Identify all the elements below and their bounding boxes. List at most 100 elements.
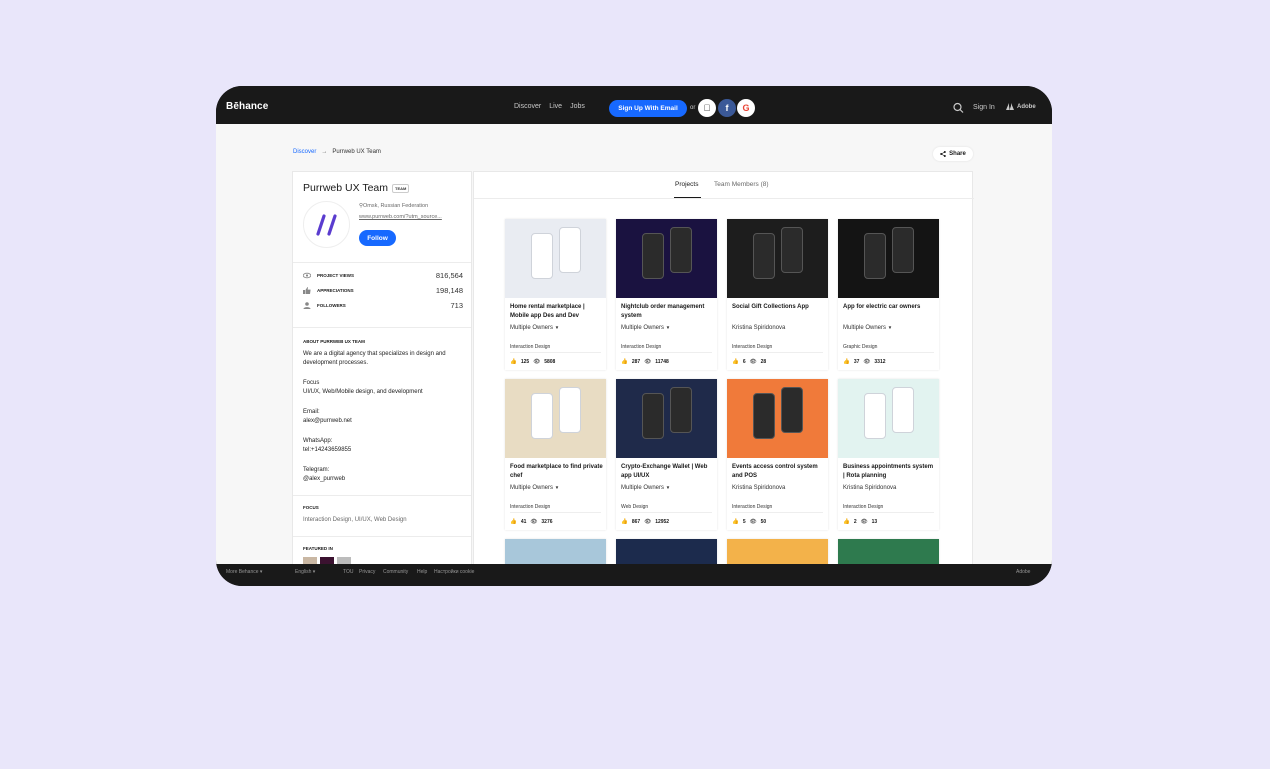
project-stats: 👍 5 👁 50 bbox=[732, 519, 766, 525]
project-owner[interactable]: Multiple Owners ▼ bbox=[510, 325, 559, 331]
project-title[interactable]: Social Gift Collections App bbox=[732, 303, 825, 312]
location: ⚲Omsk, Russian Federation bbox=[359, 203, 428, 209]
apple-signin-icon[interactable]:  bbox=[698, 99, 716, 117]
tab-projects[interactable]: Projects bbox=[675, 181, 698, 188]
caret-down-icon: ▼ bbox=[887, 325, 893, 330]
breadcrumb-discover[interactable]: Discover bbox=[293, 149, 316, 155]
project-title[interactable]: Crypto-Exchange Wallet | Web app UI/UX bbox=[621, 463, 714, 480]
caret-down-icon: ▼ bbox=[554, 325, 560, 330]
featured-thumb[interactable] bbox=[337, 557, 351, 564]
nav-jobs[interactable]: Jobs bbox=[570, 103, 585, 110]
project-thumbnail[interactable] bbox=[838, 219, 939, 298]
mockup-phone bbox=[531, 233, 553, 279]
project-category[interactable]: Interaction Design bbox=[510, 504, 550, 510]
telegram-value[interactable]: @alex_purrweb bbox=[303, 475, 463, 484]
project-owner[interactable]: Multiple Owners ▼ bbox=[621, 485, 670, 491]
project-category[interactable]: Graphic Design bbox=[843, 344, 877, 350]
thumbs-up-icon: 👍 bbox=[843, 359, 850, 365]
project-title[interactable]: Food marketplace to find private chef bbox=[510, 463, 603, 480]
project-thumbnail[interactable] bbox=[505, 539, 606, 564]
project-title[interactable]: Nightclub order management system bbox=[621, 303, 714, 320]
project-category[interactable]: Interaction Design bbox=[732, 344, 772, 350]
project-title[interactable]: Events access control system and POS bbox=[732, 463, 825, 480]
project-category[interactable]: Web Design bbox=[621, 504, 648, 510]
project-card-partial[interactable] bbox=[616, 539, 717, 564]
project-owner[interactable]: Kristina Spiridonova bbox=[843, 485, 896, 491]
follow-button[interactable]: Follow bbox=[359, 230, 396, 246]
project-category[interactable]: Interaction Design bbox=[621, 344, 661, 350]
website-link[interactable]: www.purrweb.com/?utm_source... bbox=[359, 214, 442, 220]
project-card-partial[interactable] bbox=[505, 539, 606, 564]
footer-link-community[interactable]: Community bbox=[383, 569, 408, 575]
project-thumbnail[interactable] bbox=[838, 539, 939, 564]
divider bbox=[293, 327, 471, 328]
focus-tags[interactable]: Interaction Design, UI/UX, Web Design bbox=[303, 517, 407, 523]
project-title[interactable]: Business appointments system | Rota plan… bbox=[843, 463, 936, 480]
project-thumbnail[interactable] bbox=[727, 219, 828, 298]
project-card[interactable]: Social Gift Collections App Kristina Spir… bbox=[727, 219, 828, 370]
whatsapp-value[interactable]: tel:+14243659855 bbox=[303, 446, 463, 455]
featured-thumb[interactable] bbox=[303, 557, 317, 564]
stat-value: 816,564 bbox=[435, 271, 463, 280]
project-thumbnail[interactable] bbox=[727, 379, 828, 458]
footer-link-cookie-settings[interactable]: Настройки cookie bbox=[434, 569, 474, 575]
project-views: 3312 bbox=[874, 359, 886, 365]
project-category[interactable]: Interaction Design bbox=[510, 344, 550, 350]
mockup-phone bbox=[670, 387, 692, 433]
nav-live[interactable]: Live bbox=[549, 103, 562, 110]
project-title[interactable]: Home rental marketplace | Mobile app Des… bbox=[510, 303, 603, 320]
project-card[interactable]: Home rental marketplace | Mobile app Des… bbox=[505, 219, 606, 370]
language-select[interactable]: English ▾ bbox=[295, 569, 315, 575]
tab-team-members[interactable]: Team Members (8) bbox=[714, 181, 769, 188]
project-title[interactable]: App for electric car owners bbox=[843, 303, 936, 312]
thumbs-up-icon: 👍 bbox=[732, 359, 739, 365]
whatsapp-label: WhatsApp: bbox=[303, 438, 333, 444]
owner-name: Multiple Owners bbox=[510, 485, 554, 491]
footer-link-help[interactable]: Help bbox=[417, 569, 427, 575]
project-card-partial[interactable] bbox=[838, 539, 939, 564]
project-card[interactable]: Crypto-Exchange Wallet | Web app UI/UX Mu… bbox=[616, 379, 717, 530]
project-likes: 867 bbox=[631, 519, 641, 525]
project-owner[interactable]: Multiple Owners ▼ bbox=[621, 325, 670, 331]
more-behance-menu[interactable]: More Behance ▾ bbox=[226, 569, 262, 575]
project-thumbnail[interactable] bbox=[616, 539, 717, 564]
project-thumbnail[interactable] bbox=[838, 379, 939, 458]
project-category[interactable]: Interaction Design bbox=[843, 504, 883, 510]
footer-adobe[interactable]: Adobe bbox=[1016, 569, 1030, 575]
signup-email-button[interactable]: Sign Up With Email bbox=[609, 100, 687, 117]
breadcrumb: Discover → Purrweb UX Team bbox=[293, 149, 381, 155]
nav-discover[interactable]: Discover bbox=[514, 103, 541, 110]
facebook-signin-icon[interactable]: f bbox=[718, 99, 736, 117]
project-card[interactable]: App for electric car owners Multiple Owne… bbox=[838, 219, 939, 370]
project-owner[interactable]: Kristina Spiridonova bbox=[732, 325, 785, 331]
google-signin-icon[interactable]: G bbox=[737, 99, 755, 117]
mockup-phone bbox=[892, 387, 914, 433]
sign-in-link[interactable]: Sign In bbox=[973, 104, 995, 111]
project-owner[interactable]: Multiple Owners ▼ bbox=[510, 485, 559, 491]
divider bbox=[621, 512, 712, 513]
featured-thumb[interactable] bbox=[320, 557, 334, 564]
project-thumbnail[interactable] bbox=[727, 539, 828, 564]
project-category[interactable]: Interaction Design bbox=[732, 504, 772, 510]
adobe-link[interactable]: Adobe bbox=[1006, 103, 1036, 110]
project-thumbnail[interactable] bbox=[505, 379, 606, 458]
share-button[interactable]: Share bbox=[933, 147, 973, 161]
footer-link-tou[interactable]: TOU bbox=[343, 569, 353, 575]
behance-logo[interactable]: Bēhance bbox=[226, 101, 268, 112]
project-thumbnail[interactable] bbox=[616, 219, 717, 298]
project-thumbnail[interactable] bbox=[616, 379, 717, 458]
project-card[interactable]: Food marketplace to find private chef Mul… bbox=[505, 379, 606, 530]
project-card[interactable]: Nightclub order management system Multipl… bbox=[616, 219, 717, 370]
project-thumbnail[interactable] bbox=[505, 219, 606, 298]
project-card[interactable]: Business appointments system | Rota plan… bbox=[838, 379, 939, 530]
project-owner[interactable]: Multiple Owners ▼ bbox=[843, 325, 892, 331]
avatar[interactable] bbox=[303, 201, 350, 248]
project-card[interactable]: Events access control system and POS Kris… bbox=[727, 379, 828, 530]
project-card-partial[interactable] bbox=[727, 539, 828, 564]
project-likes: 287 bbox=[631, 359, 641, 365]
email-value[interactable]: alex@purrweb.net bbox=[303, 417, 463, 426]
divider bbox=[621, 352, 712, 353]
project-owner[interactable]: Kristina Spiridonova bbox=[732, 485, 785, 491]
footer-link-privacy[interactable]: Privacy bbox=[359, 569, 375, 575]
search-icon[interactable] bbox=[952, 102, 966, 114]
